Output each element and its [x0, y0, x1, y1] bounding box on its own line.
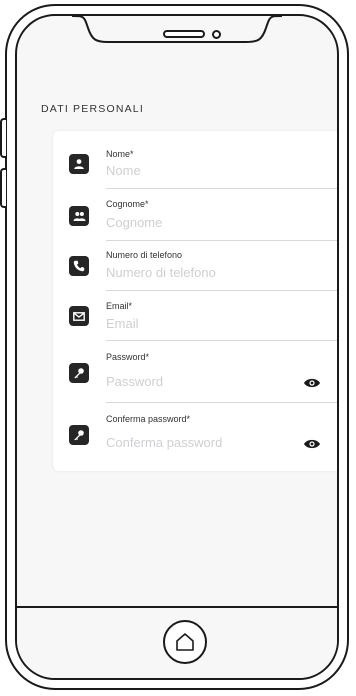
password-label: Password* — [106, 352, 150, 362]
confirm-password-input[interactable] — [106, 435, 336, 450]
surname-label: Cognome* — [106, 199, 149, 209]
person-icon — [69, 154, 89, 174]
speaker — [163, 30, 205, 38]
envelope-icon — [69, 306, 89, 326]
confirm-password-label: Conferma password* — [106, 414, 191, 424]
key-icon — [69, 425, 89, 445]
eye-icon[interactable] — [303, 438, 321, 450]
surname-input[interactable] — [106, 215, 336, 230]
phone-field-row: Numero di telefono — [53, 241, 337, 291]
surname-field-row: Cognome* — [53, 189, 337, 241]
personal-data-card: Nome* Cognome* Numero di telefono — [53, 131, 337, 471]
camera — [212, 30, 221, 39]
phone-side-button — [0, 118, 6, 158]
home-icon — [176, 633, 194, 651]
phone-icon — [69, 256, 89, 276]
name-label: Nome* — [106, 149, 134, 159]
phone-label: Numero di telefono — [106, 250, 183, 260]
phone-screen: Dati personali Nome* Cognome* Numero d — [15, 14, 339, 680]
phone-input[interactable] — [106, 265, 336, 280]
confirm-password-field-row: Conferma password* — [53, 403, 337, 471]
home-button[interactable] — [163, 620, 207, 664]
password-input[interactable] — [106, 374, 336, 389]
name-input[interactable] — [106, 163, 336, 178]
name-field-row: Nome* — [53, 131, 337, 189]
phone-side-button — [0, 168, 6, 208]
email-label: Email* — [106, 301, 133, 311]
eye-icon[interactable] — [303, 377, 321, 389]
section-title: Dati personali — [41, 103, 144, 115]
email-input[interactable] — [106, 316, 336, 331]
key-icon — [69, 363, 89, 383]
password-field-row: Password* — [53, 341, 337, 403]
email-field-row: Email* — [53, 291, 337, 341]
people-icon — [69, 206, 89, 226]
